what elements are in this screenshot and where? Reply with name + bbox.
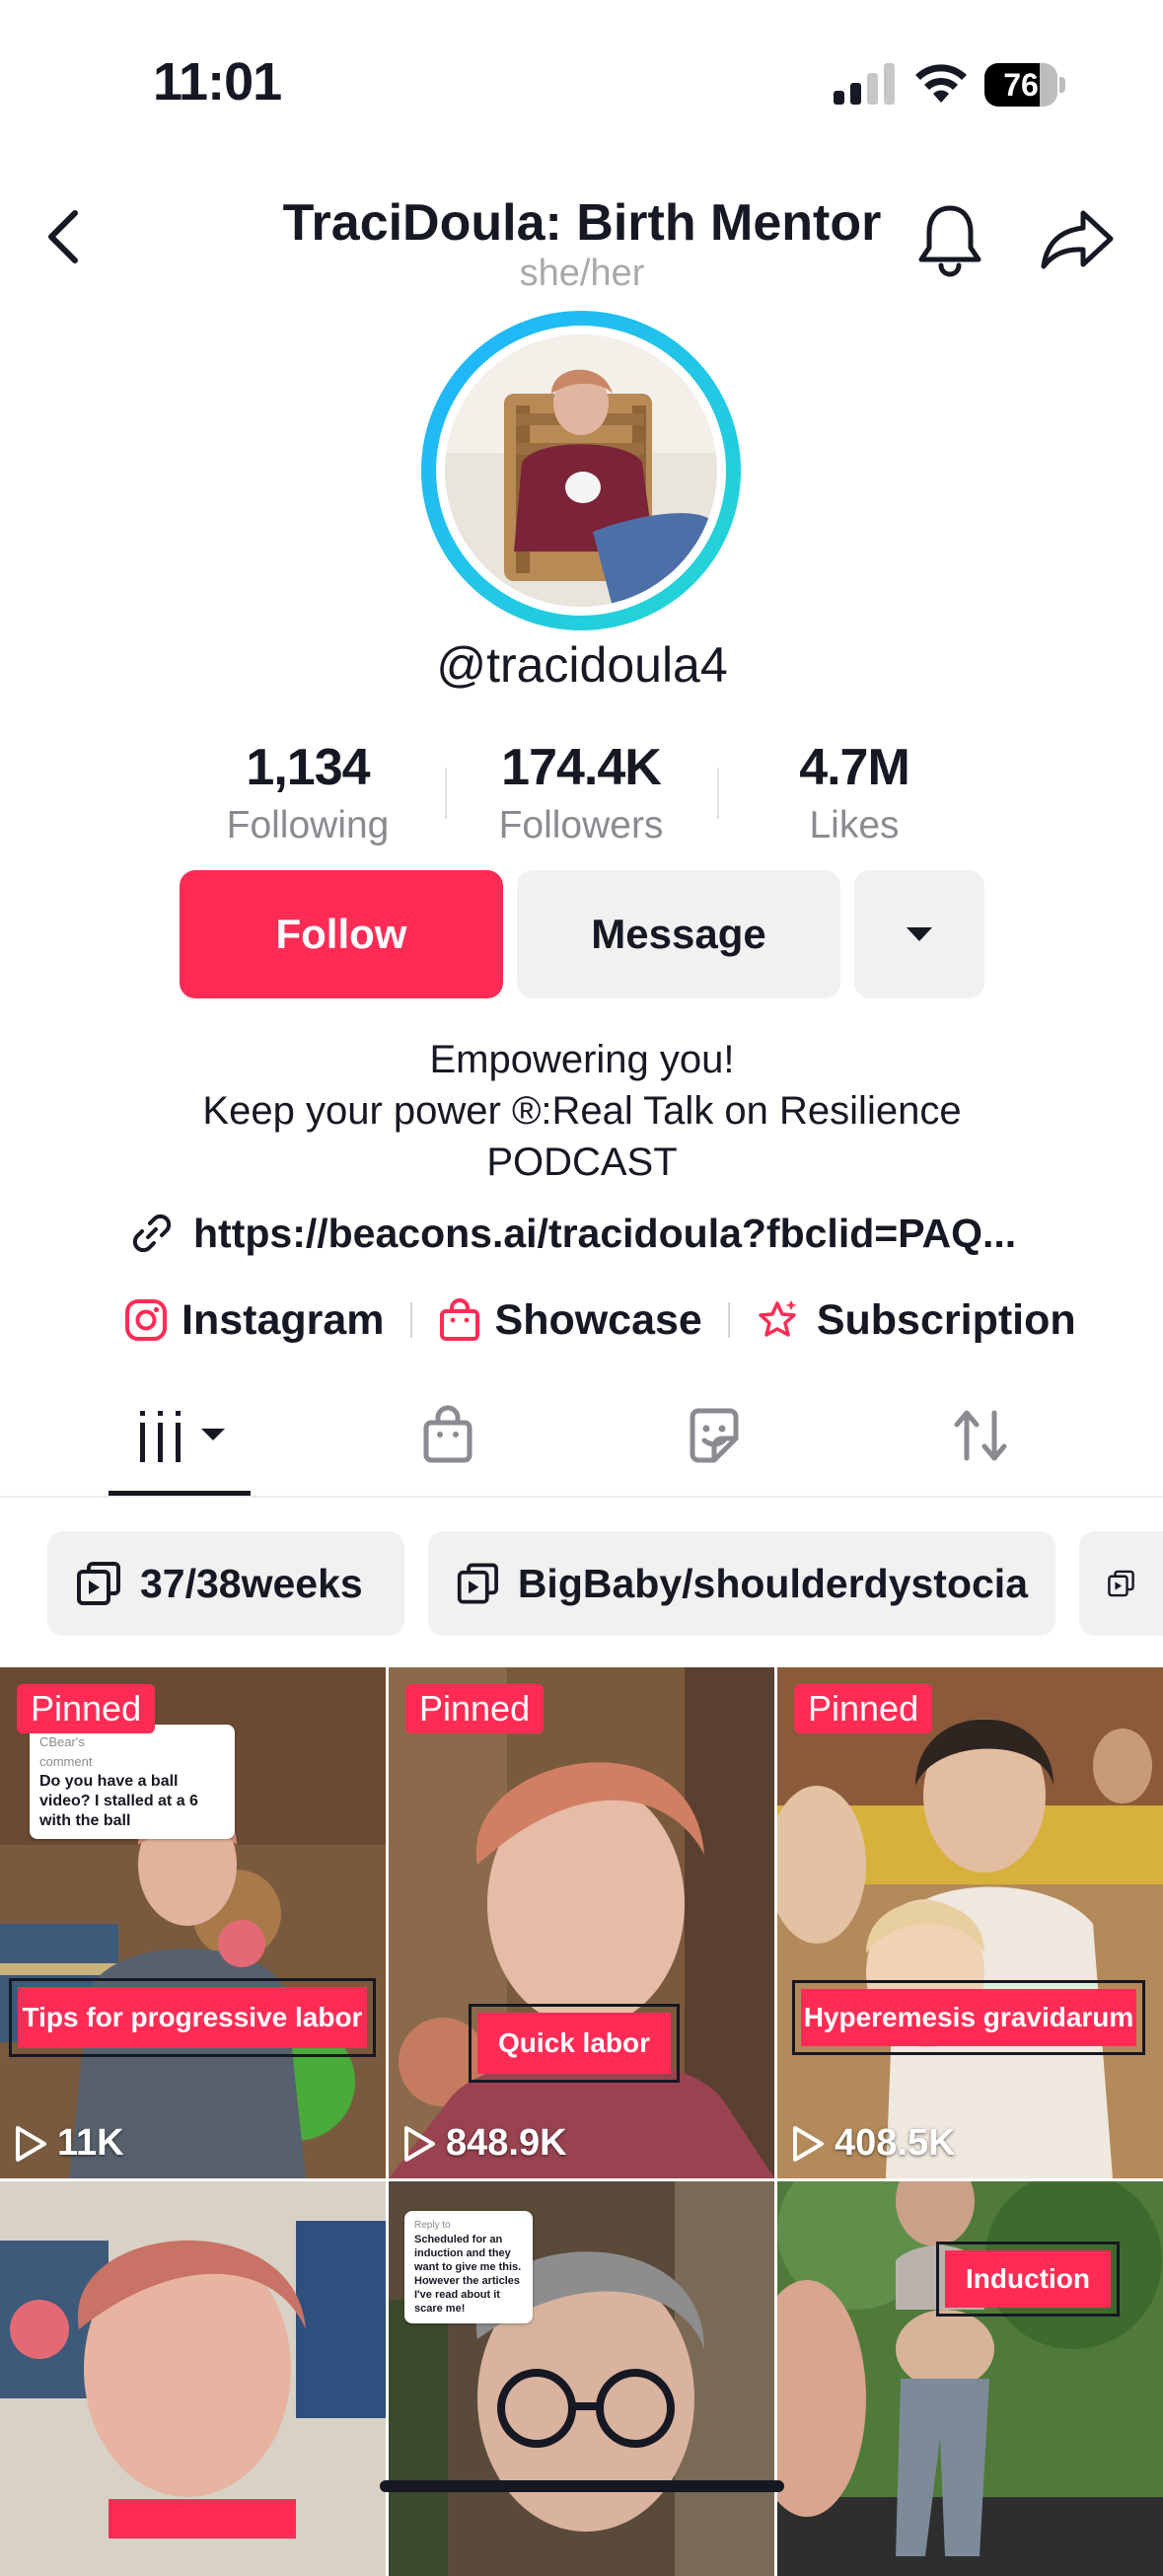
followers-label[interactable]: Followers xyxy=(453,804,709,847)
playlist-chip[interactable]: BigBaby/shoulderdystocia xyxy=(428,1531,1055,1636)
back-icon[interactable] xyxy=(39,207,95,266)
status-time: 11:01 xyxy=(153,52,282,111)
tab-videos[interactable] xyxy=(138,1409,233,1469)
tab-shop[interactable] xyxy=(422,1405,473,1469)
play-icon xyxy=(16,2125,46,2162)
comment-author: CBear's xyxy=(39,1734,85,1749)
instagram-label[interactable]: Instagram xyxy=(182,1296,385,1345)
wifi-icon xyxy=(915,64,967,103)
cellular-signal-icon xyxy=(834,63,895,105)
pronouns: she/her xyxy=(519,253,645,294)
bio-line: Empowering you! xyxy=(429,1038,735,1081)
video-thumbnail[interactable]: Pinned Hyperemesis gravidarum 408.5K xyxy=(777,1667,1163,2178)
bell-icon[interactable] xyxy=(915,202,984,277)
showcase-label[interactable]: Showcase xyxy=(495,1296,702,1345)
suggested-accounts-button[interactable] xyxy=(854,870,984,998)
message-button[interactable]: Message xyxy=(517,870,840,998)
subscription-link[interactable]: Subscription xyxy=(756,1296,1076,1345)
playlist-chip[interactable]: 37/38weeks xyxy=(47,1531,404,1636)
battery-level: 76 xyxy=(1003,67,1039,103)
view-count: 408.5K xyxy=(791,2122,956,2165)
subscription-star-icon xyxy=(759,1300,797,1337)
repost-icon xyxy=(954,1410,1007,1461)
playlist-chip-label[interactable]: BigBaby/shoulderdystocia xyxy=(518,1561,1028,1607)
sticker-face-icon xyxy=(690,1408,739,1463)
video-caption: Quick labor xyxy=(469,2004,680,2083)
home-indicator xyxy=(380,2480,784,2492)
stat-divider xyxy=(717,768,719,819)
pinned-badge: Pinned xyxy=(17,1684,156,1733)
bio-line: PODCAST xyxy=(486,1141,678,1184)
instagram-link[interactable]: Instagram xyxy=(124,1296,385,1345)
tabs-divider xyxy=(0,1496,1163,1498)
comment-header: Reply to xyxy=(414,2220,451,2231)
playlist-icon xyxy=(1108,1570,1134,1597)
playlist-icon xyxy=(77,1562,120,1605)
play-icon xyxy=(793,2125,824,2162)
bio-line: Keep your power ®:Real Talk on Resilienc… xyxy=(202,1089,962,1133)
followers-count[interactable]: 174.4K xyxy=(453,738,709,797)
avatar[interactable] xyxy=(445,334,717,607)
video-caption: Hyperemesis gravidarum xyxy=(792,1980,1145,2055)
link-icon xyxy=(132,1214,172,1253)
video-thumbnail[interactable]: Induction xyxy=(777,2181,1163,2576)
likes-count: 4.7M xyxy=(799,739,910,796)
shopping-bag-icon xyxy=(423,1405,472,1463)
view-count: 11K xyxy=(14,2122,124,2165)
shopping-bag-icon xyxy=(439,1298,479,1341)
video-thumbnail[interactable] xyxy=(0,2181,386,2576)
bio-link[interactable]: https://beacons.ai/tracidoula?fbclid=PAQ… xyxy=(128,1206,1016,1261)
instagram-icon xyxy=(125,1299,167,1341)
playlist-chip[interactable] xyxy=(1079,1531,1163,1636)
comment-text: Scheduled for an induction and they want… xyxy=(414,2234,522,2315)
playlist-chip-label[interactable]: 37/38weeks xyxy=(140,1561,363,1607)
view-count: 848.9K xyxy=(402,2122,567,2165)
grid-icon xyxy=(140,1411,225,1462)
caret-down-icon xyxy=(907,927,932,941)
tab-stickers[interactable] xyxy=(687,1407,742,1469)
subscription-label[interactable]: Subscription xyxy=(817,1296,1076,1345)
playlist-icon xyxy=(457,1563,498,1604)
video-thumbnail[interactable]: Pinned Quick labor 848.9K xyxy=(389,1667,774,2178)
play-icon xyxy=(404,2125,435,2162)
video-caption: Induction xyxy=(936,2242,1120,2317)
comment-text: Do you have a ball video? I stalled at a… xyxy=(39,1773,198,1829)
pinned-badge: Pinned xyxy=(794,1684,933,1733)
profile-title: TraciDoula: Birth Mentor xyxy=(282,194,882,252)
share-icon[interactable] xyxy=(1040,207,1115,270)
social-links: Instagram Showcase Subscription xyxy=(124,1290,1076,1350)
video-thumbnail[interactable]: Reply to Scheduled for an induction and … xyxy=(389,2181,774,2576)
likes-label: Likes xyxy=(809,804,900,846)
following-label[interactable]: Following xyxy=(180,804,436,847)
following-count[interactable]: 1,134 xyxy=(180,738,436,797)
pinned-badge: Pinned xyxy=(405,1684,545,1733)
video-caption: Tips for progressive labor xyxy=(9,1978,376,2057)
bio-link-text[interactable]: https://beacons.ai/tracidoula?fbclid=PAQ… xyxy=(193,1211,1016,1257)
tab-reposts[interactable] xyxy=(951,1407,1010,1469)
video-thumbnail[interactable]: CBear's comment Do you have a ball video… xyxy=(0,1667,386,2178)
showcase-link[interactable]: Showcase xyxy=(438,1296,702,1345)
stat-divider xyxy=(445,768,447,819)
battery-icon: 76 xyxy=(984,63,1065,107)
comment-header: comment xyxy=(39,1754,93,1769)
follow-button[interactable]: Follow xyxy=(180,870,503,998)
profile-handle: @tracidoula4 xyxy=(436,637,728,693)
